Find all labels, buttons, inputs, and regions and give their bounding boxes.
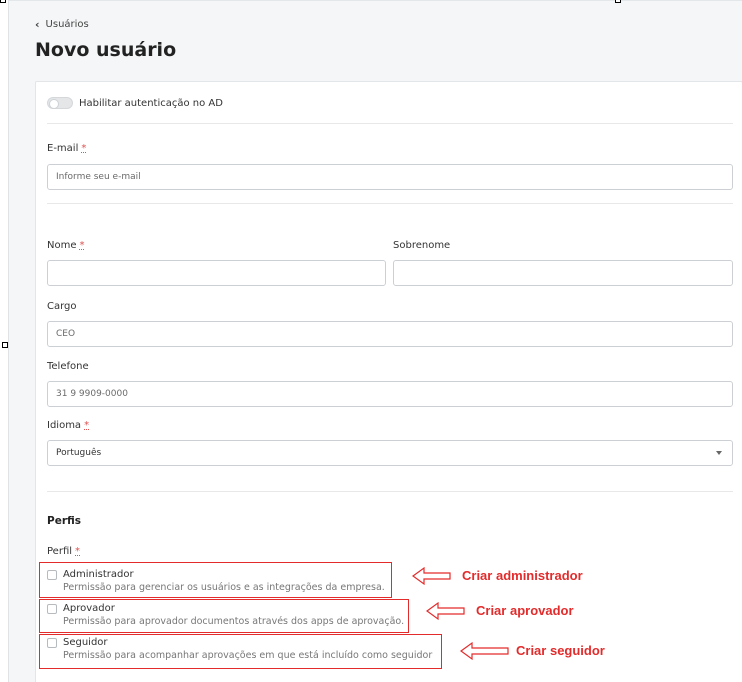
perfil-label-text: Perfil	[47, 546, 73, 557]
idioma-select[interactable]: Português	[47, 440, 733, 466]
chevron-left-icon: ‹	[35, 18, 40, 31]
divider	[47, 491, 733, 492]
idioma-selected-value: Português	[56, 448, 102, 458]
left-arrow-icon	[426, 601, 465, 621]
cargo-label: Cargo	[47, 301, 77, 312]
nome-field[interactable]	[47, 260, 386, 286]
resize-handle-top-right[interactable]	[615, 0, 621, 3]
ad-auth-toggle-label: Habilitar autenticação no AD	[79, 97, 223, 109]
sobrenome-field[interactable]	[393, 260, 733, 286]
perfil-label: Perfil *	[47, 546, 80, 557]
telefone-field[interactable]: 31 9 9909-0000	[47, 381, 733, 407]
resize-handle-top-left[interactable]	[0, 0, 6, 3]
nome-label-text: Nome	[47, 240, 77, 251]
annotation-box-aprovador	[39, 599, 409, 633]
annotation-box-seguidor	[39, 634, 442, 669]
idioma-label-text: Idioma	[47, 420, 82, 431]
annotation-label-aprovador: Criar aprovador	[476, 603, 574, 618]
telefone-value: 31 9 9909-0000	[56, 389, 128, 399]
required-mark: *	[79, 240, 85, 251]
required-mark: *	[81, 143, 87, 154]
cargo-field[interactable]: CEO	[47, 321, 733, 347]
required-mark: *	[84, 420, 90, 431]
email-field[interactable]: Informe seu e-mail	[47, 164, 733, 190]
ad-auth-toggle[interactable]	[47, 97, 73, 109]
breadcrumb-back-link[interactable]: ‹ Usuários	[35, 18, 89, 31]
resize-handle-left[interactable]	[2, 342, 8, 348]
left-arrow-icon	[460, 641, 509, 661]
page-title: Novo usuário	[35, 39, 177, 61]
email-label-text: E-mail	[47, 143, 79, 154]
chevron-down-icon	[716, 451, 722, 455]
annotation-label-administrador: Criar administrador	[462, 568, 583, 583]
annotation-label-seguidor: Criar seguidor	[516, 643, 605, 658]
cargo-value: CEO	[56, 329, 76, 339]
annotation-box-administrador	[39, 562, 392, 598]
breadcrumb-label: Usuários	[45, 19, 89, 30]
email-placeholder: Informe seu e-mail	[56, 172, 141, 182]
telefone-label: Telefone	[47, 361, 89, 372]
sobrenome-label: Sobrenome	[393, 240, 451, 251]
left-arrow-icon	[412, 566, 451, 586]
perfis-section-title: Perfis	[47, 515, 82, 527]
divider	[47, 203, 733, 204]
ad-auth-toggle-row[interactable]: Habilitar autenticação no AD	[47, 97, 223, 109]
required-mark: *	[75, 546, 81, 557]
nome-label: Nome *	[47, 240, 85, 251]
email-label: E-mail *	[47, 143, 86, 154]
divider	[47, 123, 733, 124]
idioma-label: Idioma *	[47, 420, 89, 431]
